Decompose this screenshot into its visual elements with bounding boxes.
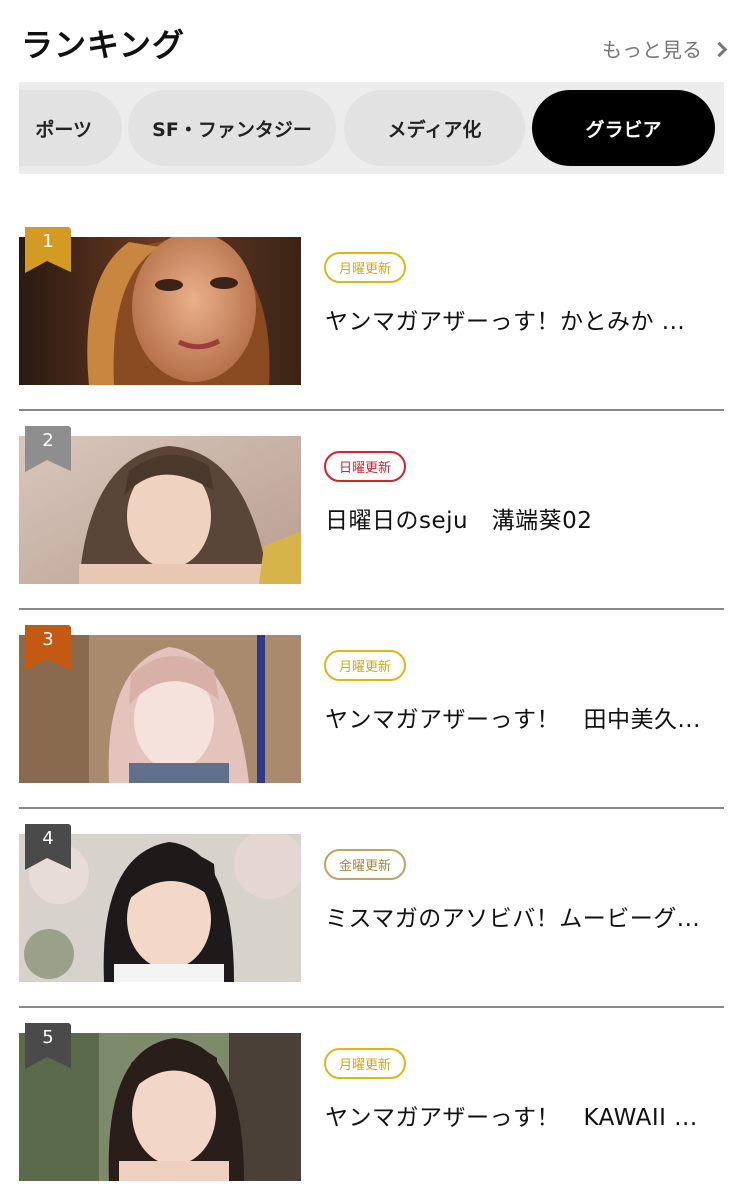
rank-number: 5: [42, 1027, 54, 1048]
rank-number: 1: [42, 231, 54, 252]
rank-ribbon: 5: [25, 1023, 71, 1069]
update-day-badge: 日曜更新: [324, 451, 407, 482]
divider: [19, 807, 724, 809]
update-day-badge: 月曜更新: [324, 252, 407, 283]
chevron-right-icon: [711, 41, 728, 57]
rank-ribbon: 3: [25, 625, 71, 671]
update-day-badge: 月曜更新: [324, 1048, 407, 1079]
rank-ribbon: 2: [25, 426, 71, 472]
rank-ribbon: 4: [25, 824, 71, 870]
see-more-link[interactable]: もっと見る: [602, 34, 728, 63]
rank-ribbon: 1: [25, 227, 71, 273]
rank-number: 4: [42, 828, 54, 849]
ranking-item-4[interactable]: 4 金曜更新 ミスマガのアソビバ！ムービーグ...: [19, 819, 724, 1008]
see-more-label: もっと見る: [602, 38, 702, 62]
ranking-item-2[interactable]: 2 日曜更新 日曜日のseju 溝端葵02: [19, 421, 724, 610]
tab-gravure[interactable]: グラビア: [532, 90, 715, 166]
genre-tabs[interactable]: ポーツ SF・ファンタジー メディア化 グラビア: [19, 82, 724, 174]
rank-number: 3: [42, 629, 54, 650]
series-title[interactable]: ヤンマガアザーっす！かとみか ...: [325, 302, 725, 336]
tab-sf-fantasy[interactable]: SF・ファンタジー: [128, 90, 336, 166]
series-title[interactable]: ヤンマガアザーっす！ 田中美久...: [325, 700, 725, 734]
ranking-item-5[interactable]: 5 月曜更新 ヤンマガアザーっす！ KAWAII ...: [19, 1018, 724, 1200]
ranking-item-1[interactable]: 1 月曜更新 ヤンマガアザーっす！かとみか ...: [19, 222, 724, 411]
series-title[interactable]: ヤンマガアザーっす！ KAWAII ...: [325, 1098, 725, 1132]
tab-media[interactable]: メディア化: [344, 90, 525, 166]
divider: [19, 1006, 724, 1008]
ranking-item-3[interactable]: 3 月曜更新 ヤンマガアザーっす！ 田中美久...: [19, 620, 724, 809]
series-title[interactable]: ミスマガのアソビバ！ムービーグ...: [325, 899, 725, 933]
divider: [19, 409, 724, 411]
page-title: ランキング: [21, 26, 186, 64]
divider: [19, 608, 724, 610]
rank-number: 2: [42, 430, 54, 451]
tab-sports[interactable]: ポーツ: [19, 90, 122, 166]
update-day-badge: 金曜更新: [324, 849, 407, 880]
update-day-badge: 月曜更新: [324, 650, 407, 681]
ranking-header: ランキング もっと見る: [0, 0, 743, 80]
series-title[interactable]: 日曜日のseju 溝端葵02: [325, 501, 725, 535]
